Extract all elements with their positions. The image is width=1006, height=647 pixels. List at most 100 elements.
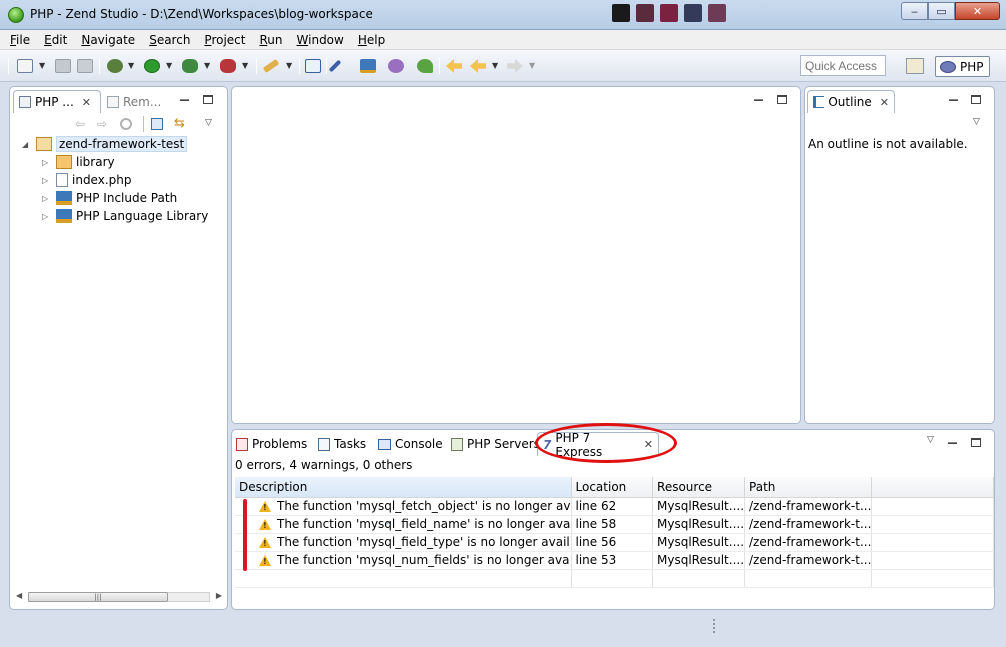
menu-help[interactable]: Help [358,33,385,47]
scroll-thumb[interactable]: ||| [28,592,168,602]
table-row[interactable]: The function 'mysql_fetch_object' is no … [235,497,994,516]
maximize-button[interactable]: ▭ [928,2,955,20]
menu-navigate[interactable]: Navigate [81,33,135,47]
editor-area[interactable] [231,86,801,424]
refresh-icon[interactable] [417,59,433,73]
tab-label: PHP ... [35,95,74,109]
forward-nav-icon[interactable]: ⇨ [97,117,107,131]
view-menu-chevron-down-icon[interactable]: ▽ [973,117,980,127]
collapsed-triangle-icon[interactable]: ▷ [42,194,52,203]
open-type-icon[interactable] [262,58,280,74]
tab-label: Outline [828,95,872,109]
maximize-view-icon[interactable] [203,95,213,104]
run-dropdown-icon[interactable]: ▼ [166,61,172,70]
toolbar-separator [8,58,9,74]
debug-icon[interactable] [107,59,123,73]
tree-node-library[interactable]: ▷ library [42,153,115,171]
menu-mnemonic: W [296,32,309,47]
tab-tasks[interactable]: Tasks [318,433,366,455]
debug-dropdown-icon[interactable]: ▼ [128,61,134,70]
collapse-all-icon[interactable] [151,118,163,130]
menu-window[interactable]: Window [297,33,344,47]
external-tools-dropdown-icon[interactable]: ▼ [242,61,248,70]
problem-location: line 53 [571,551,654,570]
scroll-right-icon[interactable]: ▶ [216,591,222,600]
tree-node-index-php[interactable]: ▷ index.php [42,171,131,189]
table-row[interactable]: The function 'mysql_num_fields' is no lo… [235,551,994,570]
console-icon[interactable] [305,59,321,73]
menu-label: dit [51,32,68,47]
status-bar-grip[interactable] [713,619,716,633]
php-servers-icon [451,437,463,451]
minimize-view-icon[interactable] [948,442,957,444]
table-row[interactable]: The function 'mysql_field_name' is no lo… [235,515,994,534]
library-icon[interactable] [360,59,376,73]
open-type-dropdown-icon[interactable]: ▼ [286,61,292,70]
quick-access-input[interactable] [800,55,886,76]
new-dropdown-icon[interactable]: ▼ [39,61,45,70]
tab-console[interactable]: Console [378,433,443,455]
maximize-view-icon[interactable] [777,95,787,104]
close-button[interactable]: ✕ [955,2,1000,20]
tab-problems[interactable]: Problems [236,433,307,455]
minimize-view-icon[interactable] [754,99,763,101]
menu-edit[interactable]: Edit [44,33,67,47]
collapsed-triangle-icon[interactable]: ▷ [42,176,52,185]
last-edit-location-icon[interactable] [446,59,462,73]
table-row[interactable]: The function 'mysql_field_type' is no lo… [235,533,994,552]
menu-project[interactable]: Project [204,33,245,47]
minimize-view-icon[interactable] [949,99,958,101]
forward-dropdown-icon[interactable]: ▼ [529,61,535,70]
save-icon[interactable] [55,59,71,73]
column-header-location[interactable]: Location [571,477,654,498]
tree-node-project[interactable]: ◢ zend-framework-test [22,135,188,153]
tab-php-servers[interactable]: PHP Servers [451,433,540,455]
code-gallery-icon[interactable] [388,59,404,73]
php-perspective-button[interactable]: PHP [935,56,990,77]
expanded-triangle-icon[interactable]: ◢ [22,140,32,149]
background-block [612,4,630,22]
tab-remote[interactable]: Rem... [102,90,174,113]
menu-file[interactable]: File [10,33,30,47]
save-all-icon[interactable] [77,59,93,73]
profile-icon[interactable] [182,59,198,73]
run-icon[interactable] [144,59,160,73]
up-nav-icon[interactable] [120,118,132,130]
open-perspective-icon[interactable] [906,58,924,74]
collapsed-triangle-icon[interactable]: ▷ [42,212,52,221]
view-menu-chevron-down-icon[interactable]: ▽ [927,435,934,445]
filler-cell [871,515,994,534]
forward-icon[interactable] [507,59,523,73]
tree-node-label: library [76,155,115,169]
toggle-mark-icon[interactable] [328,59,342,73]
back-nav-icon[interactable]: ⇦ [75,117,85,131]
tab-outline[interactable]: Outline ✕ [807,90,895,113]
collapsed-triangle-icon[interactable]: ▷ [42,158,52,167]
new-icon[interactable] [17,59,33,73]
menu-search[interactable]: Search [149,33,190,47]
link-with-editor-icon[interactable]: ⇆ [174,116,185,131]
view-menu-chevron-down-icon[interactable]: ▽ [205,118,212,128]
menu-run[interactable]: Run [259,33,282,47]
close-icon[interactable]: ✕ [880,96,889,109]
scroll-left-icon[interactable]: ◀ [16,591,22,600]
close-icon[interactable]: ✕ [82,96,91,109]
maximize-view-icon[interactable] [971,438,981,447]
back-icon[interactable] [470,59,486,73]
background-block [708,4,726,22]
column-header-resource[interactable]: Resource [652,477,746,498]
tab-php-explorer[interactable]: PHP ... ✕ [13,90,101,113]
column-header-path[interactable]: Path [744,477,873,498]
back-dropdown-icon[interactable]: ▼ [492,61,498,70]
external-tools-icon[interactable] [220,59,236,73]
outline-icon [813,96,825,108]
tree-node-include-path[interactable]: ▷ PHP Include Path [42,189,177,207]
column-header-description[interactable]: Description ^ [235,477,572,530]
minimize-button[interactable]: ‒ [901,2,928,20]
profile-dropdown-icon[interactable]: ▼ [204,61,210,70]
minimize-view-icon[interactable] [180,99,189,101]
horizontal-scrollbar[interactable]: ◀ ||| ▶ [16,589,222,603]
tree-node-language-library[interactable]: ▷ PHP Language Library [42,207,208,225]
maximize-view-icon[interactable] [971,95,981,104]
column-header-filler [871,477,994,498]
